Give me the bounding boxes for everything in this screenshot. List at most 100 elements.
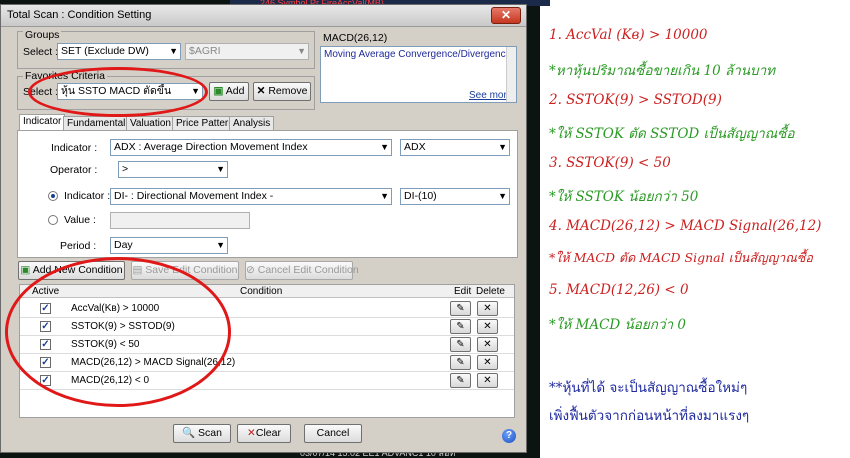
- indicator-select-value: ADX : Average Direction Movement Index: [114, 141, 308, 153]
- close-icon: ✕: [483, 375, 492, 386]
- edit-button[interactable]: ✎: [450, 301, 471, 316]
- tab-indicator[interactable]: Indicator: [19, 114, 66, 131]
- delete-button[interactable]: ✕: [477, 337, 498, 352]
- groups-select-label: Select :: [23, 46, 59, 58]
- annotation-line-7: 4. MACD(26,12) > MACD Signal(26,12): [549, 218, 822, 234]
- operator-label: Operator :: [50, 164, 98, 176]
- close-icon: ✕: [256, 85, 266, 97]
- description-text: Moving Average Convergence/Divergence: [324, 49, 512, 60]
- header-edit: Edit: [454, 286, 472, 297]
- indicator-label: Indicator :: [51, 142, 98, 154]
- indicator-radio[interactable]: [48, 191, 58, 201]
- description-title: MACD(26,12): [323, 32, 388, 44]
- period-select[interactable]: Day ▼: [110, 237, 228, 254]
- group-select[interactable]: SET (Exclude DW) ▼: [57, 43, 181, 60]
- window-title: Total Scan : Condition Setting: [7, 9, 152, 21]
- delete-button[interactable]: ✕: [477, 301, 498, 316]
- cancel-icon: ⊘: [246, 264, 255, 276]
- edit-button[interactable]: ✎: [450, 373, 471, 388]
- annotation-line-12: เพิ่งฟื้นตัวจากก่อนหน้าที่ลงมาแรงๆ: [549, 408, 750, 424]
- indicator2-sub-select[interactable]: DI-(10) ▼: [400, 188, 510, 205]
- indicator-select[interactable]: ADX : Average Direction Movement Index ▼: [110, 139, 392, 156]
- indicator-sub-select[interactable]: ADX ▼: [400, 139, 510, 156]
- indicator2-label: Indicator :: [64, 190, 111, 202]
- header-condition: Condition: [240, 286, 283, 297]
- sector-select-value: $AGRI: [189, 45, 221, 57]
- clear-label: Clear: [255, 427, 281, 439]
- annotation-line-2: *หาหุ้นปริมาณซื้อขายเกิน 10 ล้านบาท: [549, 63, 776, 79]
- value-input[interactable]: [110, 212, 250, 229]
- annotation-line-11: **หุ้นที่ได้ จะเป็นสัญญาณซื้อใหม่ๆ: [549, 380, 748, 396]
- annotation-line-4: *ให้ SSTOK ตัด SSTOD เป็นสัญญาณซื้อ: [549, 126, 795, 142]
- scan-label: Scan: [198, 427, 222, 439]
- cancel-edit-label: Cancel Edit Condition: [257, 264, 359, 276]
- annotation-line-3: 2. SSTOK(9) > SSTOD(9): [549, 92, 722, 108]
- indicator2-select[interactable]: DI- : Directional Movement Index - ▼: [110, 188, 392, 205]
- cancel-label: Cancel: [316, 427, 350, 439]
- tab-price-pattern[interactable]: Price Pattern: [172, 116, 238, 130]
- annotation-line-8: *ให้ MACD ตัด MACD Signal เป็นสัญญาณซื้อ: [549, 250, 813, 265]
- delete-button[interactable]: ✕: [477, 355, 498, 370]
- search-icon: 🔍: [182, 427, 196, 439]
- indicator2-select-value: DI- : Directional Movement Index -: [114, 190, 274, 202]
- header-delete: Delete: [476, 286, 505, 297]
- chevron-down-icon: ▼: [297, 46, 306, 56]
- scrollbar[interactable]: [506, 47, 516, 102]
- value-label: Value :: [64, 214, 96, 226]
- cancel-button[interactable]: Cancel: [304, 424, 362, 443]
- close-icon: ✕: [483, 321, 492, 332]
- chevron-down-icon: ▼: [216, 164, 225, 174]
- description-box: Moving Average Convergence/Divergence Se…: [320, 46, 517, 103]
- edit-button[interactable]: ✎: [450, 337, 471, 352]
- pencil-icon: ✎: [456, 375, 465, 386]
- annotation-line-9: 5. MACD(12,26) < 0: [549, 282, 689, 298]
- pencil-icon: ✎: [456, 303, 465, 314]
- indicator-sub-select-value: ADX: [404, 141, 426, 153]
- delete-button[interactable]: ✕: [477, 319, 498, 334]
- indicator-tab-pane: Indicator : ADX : Average Direction Move…: [17, 130, 518, 258]
- edit-button[interactable]: ✎: [450, 319, 471, 334]
- add-favorite-button[interactable]: ▣ Add: [209, 82, 249, 101]
- sector-select[interactable]: $AGRI ▼: [185, 43, 309, 60]
- add-icon: ▣: [20, 264, 31, 276]
- group-select-value: SET (Exclude DW): [61, 45, 149, 57]
- clear-button[interactable]: ✕Clear: [237, 424, 291, 443]
- cancel-edit-button[interactable]: ⊘ Cancel Edit Condition: [245, 261, 359, 280]
- plus-icon: ▣: [213, 85, 224, 97]
- indicator2-sub-select-value: DI-(10): [404, 190, 437, 202]
- period-select-value: Day: [114, 239, 133, 251]
- operator-select[interactable]: > ▼: [118, 161, 228, 178]
- value-radio[interactable]: [48, 215, 58, 225]
- condition-setting-dialog: Total Scan : Condition Setting ✕ Groups …: [0, 4, 527, 453]
- remove-favorite-label: Remove: [268, 85, 308, 97]
- period-label: Period :: [60, 240, 97, 252]
- eraser-icon: ✕: [247, 427, 256, 439]
- annotation-line-6: *ให้ SSTOK น้อยกว่า 50: [549, 189, 699, 205]
- annotation-line-5: 3. SSTOK(9) < 50: [549, 155, 671, 171]
- title-bar[interactable]: Total Scan : Condition Setting ✕: [1, 5, 526, 27]
- help-icon[interactable]: ?: [502, 429, 516, 443]
- pencil-icon: ✎: [456, 321, 465, 332]
- tab-fundamental[interactable]: Fundamental: [63, 116, 130, 130]
- edit-button[interactable]: ✎: [450, 355, 471, 370]
- remove-favorite-button[interactable]: ✕ Remove: [253, 82, 311, 101]
- highlight-circle-conditions: [5, 257, 231, 407]
- tab-analysis[interactable]: Analysis: [229, 116, 275, 130]
- annotation-line-1: 1. AccVal (Kв) > 10000: [549, 27, 708, 43]
- close-button[interactable]: ✕: [491, 7, 521, 24]
- pencil-icon: ✎: [456, 339, 465, 350]
- close-icon: ✕: [483, 339, 492, 350]
- operator-select-value: >: [122, 163, 129, 175]
- add-favorite-label: Add: [225, 85, 245, 97]
- chevron-down-icon: ▼: [169, 46, 178, 56]
- pencil-icon: ✎: [456, 357, 465, 368]
- delete-button[interactable]: ✕: [477, 373, 498, 388]
- close-icon: ✕: [483, 303, 492, 314]
- chevron-down-icon: ▼: [380, 142, 389, 152]
- groups-label: Groups: [23, 29, 62, 41]
- close-icon: ✕: [483, 357, 492, 368]
- tab-valuation[interactable]: Valuation: [126, 116, 175, 130]
- chevron-down-icon: ▼: [498, 142, 507, 152]
- scan-button[interactable]: 🔍 Scan: [173, 424, 231, 443]
- chevron-down-icon: ▼: [216, 240, 225, 250]
